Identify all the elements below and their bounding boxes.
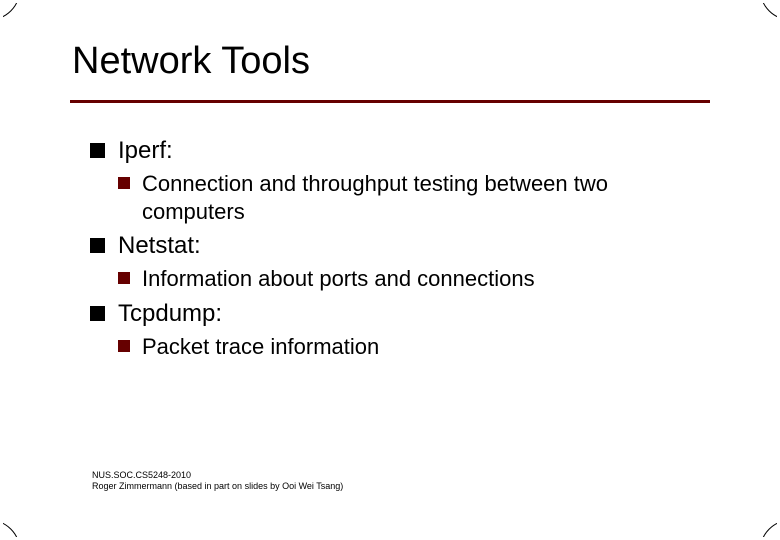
footer: NUS.SOC.CS5248-2010 Roger Zimmermann (ba… [92,470,343,493]
slide-container: Network Tools Iperf: Connection and thro… [0,0,780,540]
title-underline [70,100,710,103]
content-body: Iperf: Connection and throughput testing… [90,130,690,364]
mask [0,0,3,540]
subbullet-tcpdump-desc: Packet trace information [118,333,690,361]
corner-arc-tl [0,0,20,20]
subbullet-iperf-desc: Connection and throughput testing betwee… [118,170,690,225]
bullet-netstat: Netstat: [90,231,690,261]
slide-title: Network Tools [72,40,310,83]
bullet-tcpdump: Tcpdump: [90,299,690,329]
footer-line-2: Roger Zimmermann (based in part on slide… [92,481,343,492]
bullet-iperf: Iperf: [90,136,690,166]
subbullet-netstat-desc: Information about ports and connections [118,265,690,293]
footer-line-1: NUS.SOC.CS5248-2010 [92,470,343,481]
mask [0,0,780,3]
